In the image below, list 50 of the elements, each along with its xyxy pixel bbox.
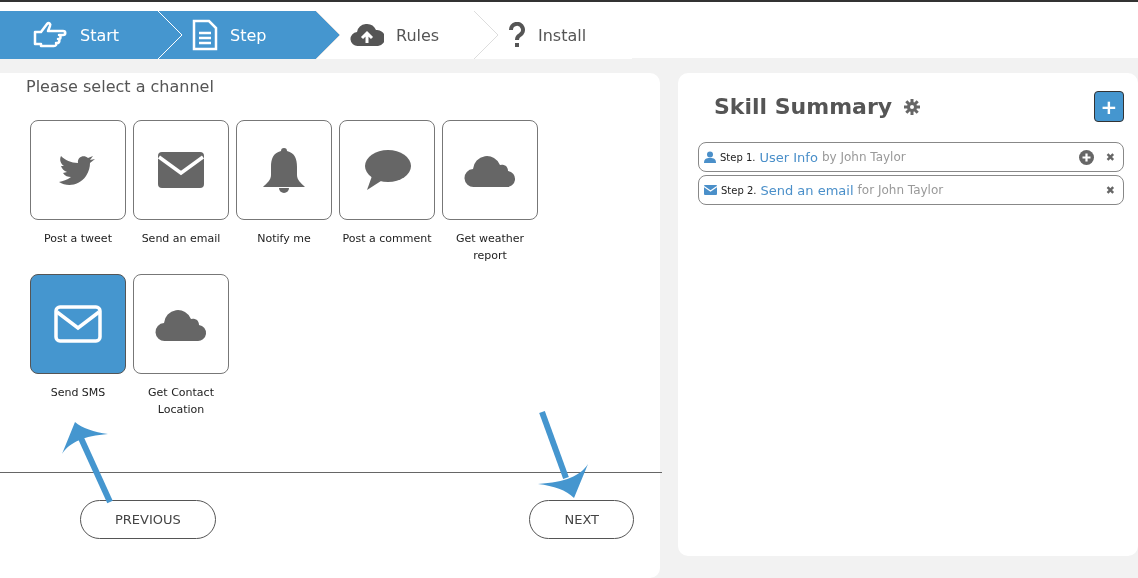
- step-name[interactable]: Send an email: [760, 182, 854, 198]
- step-owner: by John Taylor: [821, 150, 906, 164]
- remove-button[interactable]: ✖: [1097, 183, 1115, 197]
- step-name[interactable]: User Info: [759, 149, 818, 165]
- summary-title: Skill Summary: [714, 94, 893, 119]
- channel-label: Get Contact Location: [147, 385, 215, 418]
- wizard-step[interactable]: Start: [0, 11, 158, 59]
- bell-icon: [261, 146, 307, 194]
- envelope-icon: [157, 151, 205, 189]
- channel-tile[interactable]: [133, 274, 229, 374]
- step-number: Step 2.: [721, 184, 757, 196]
- panel-prompt: Please select a channel: [26, 77, 215, 96]
- settings-icon: [904, 98, 921, 115]
- channel-tile[interactable]: [236, 120, 332, 220]
- envelope-icon: [54, 305, 102, 343]
- step-number: Step 1.: [720, 151, 756, 163]
- step-label: Install: [538, 25, 587, 45]
- step-label: Rules: [396, 25, 440, 45]
- document-icon: [192, 19, 218, 51]
- channel-label: Send an email: [140, 231, 222, 247]
- speech-bubble-icon: [362, 148, 412, 192]
- pointing-hand-icon: [32, 20, 68, 50]
- cloud-upload-icon: [350, 22, 384, 48]
- add-circle-icon[interactable]: [1078, 149, 1094, 165]
- step-label: Start: [80, 25, 120, 45]
- channel-label: Get weather report: [454, 231, 526, 264]
- channel-label: Send SMS: [49, 385, 107, 401]
- add-button[interactable]: +: [1094, 91, 1124, 122]
- step-owner: for John Taylor: [857, 183, 944, 197]
- user-icon: [704, 151, 716, 163]
- wizard-step[interactable]: Install: [474, 11, 632, 59]
- question-icon: [508, 22, 526, 48]
- step-chevron: [316, 11, 341, 59]
- channel-label: Post a comment: [341, 231, 433, 247]
- summary-step[interactable]: Step 2. Send an email for John Taylor ✖: [698, 175, 1124, 205]
- channel-tile[interactable]: [30, 120, 126, 220]
- step-label: Step: [230, 25, 267, 45]
- wizard-step[interactable]: Rules: [316, 11, 474, 59]
- channel-tile[interactable]: [339, 120, 435, 220]
- summary-step[interactable]: Step 1. User Info by John Taylor ✖: [698, 142, 1124, 172]
- envelope-icon: [704, 185, 717, 195]
- channel-tile[interactable]: [133, 120, 229, 220]
- next-button[interactable]: NEXT: [529, 500, 634, 539]
- channel-label: Notify me: [256, 231, 312, 247]
- channel-label: Post a tweet: [43, 231, 113, 247]
- previous-button[interactable]: PREVIOUS: [80, 500, 216, 539]
- remove-button[interactable]: ✖: [1097, 150, 1115, 164]
- channel-tile[interactable]: [442, 120, 538, 220]
- step-chevron: [474, 11, 499, 59]
- channel-tile[interactable]: [30, 274, 126, 374]
